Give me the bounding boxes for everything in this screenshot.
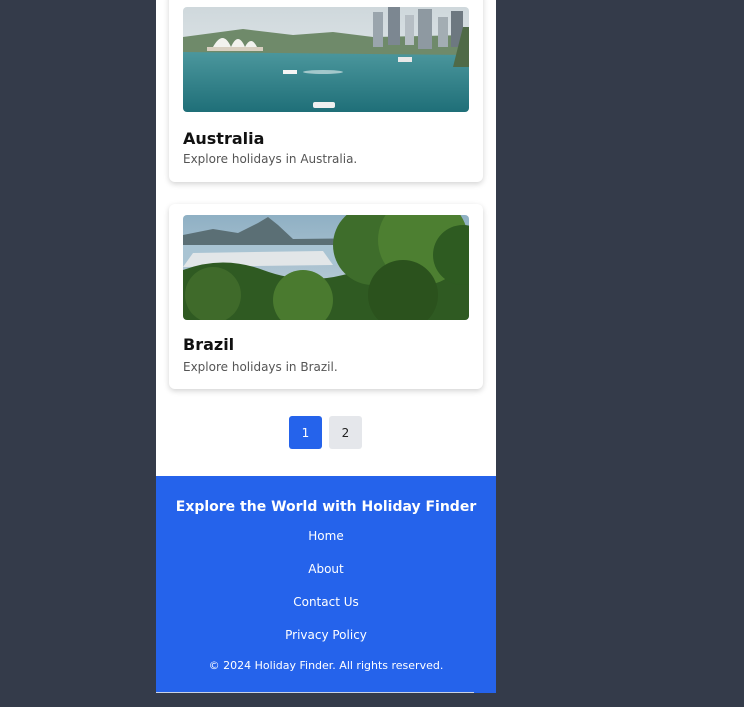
footer-link-about[interactable]: About xyxy=(156,562,496,576)
country-card-brazil[interactable]: Brazil Explore holidays in Brazil. xyxy=(169,204,483,389)
card-title: Brazil xyxy=(183,335,235,354)
horizontal-scrollbar[interactable] xyxy=(156,692,474,693)
card-description: Explore holidays in Australia. xyxy=(183,152,358,166)
australia-image xyxy=(183,7,469,112)
page-button-1[interactable]: 1 xyxy=(289,416,322,449)
footer-copyright: © 2024 Holiday Finder. All rights reserv… xyxy=(208,659,444,672)
page-viewport: Australia Explore holidays in Australia. xyxy=(156,0,496,693)
country-card-australia[interactable]: Australia Explore holidays in Australia. xyxy=(169,0,483,182)
brazil-image xyxy=(183,215,469,320)
footer-title: Explore the World with Holiday Finder xyxy=(175,499,477,515)
card-title: Australia xyxy=(183,129,265,148)
card-description: Explore holidays in Brazil. xyxy=(183,360,338,374)
site-footer: Explore the World with Holiday Finder Ho… xyxy=(156,476,496,693)
page-button-2[interactable]: 2 xyxy=(329,416,362,449)
footer-link-contact[interactable]: Contact Us xyxy=(156,595,496,609)
footer-link-privacy[interactable]: Privacy Policy xyxy=(156,628,496,642)
footer-link-home[interactable]: Home xyxy=(156,529,496,543)
